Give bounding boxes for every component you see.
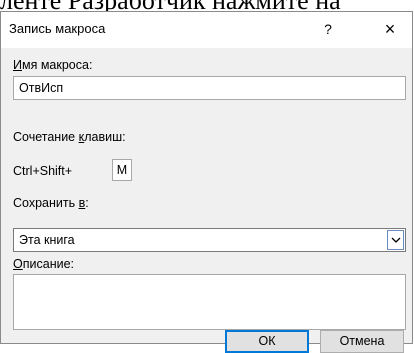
description-textarea[interactable] xyxy=(13,274,406,330)
macro-name-label: Имя макроса: xyxy=(13,58,93,72)
store-in-selected-value: Эта книга xyxy=(19,233,75,247)
cancel-button[interactable]: Отмена xyxy=(320,330,404,353)
dialog-title: Запись макроса xyxy=(9,21,106,36)
shortcut-key-input[interactable]: М xyxy=(112,159,132,181)
shortcut-label: Сочетание клавиш: xyxy=(13,130,126,144)
help-button[interactable]: ? xyxy=(313,17,343,41)
close-button[interactable]: × xyxy=(375,16,405,42)
record-macro-dialog: Запись макроса ? × Имя макроса: Сочетани… xyxy=(0,11,413,344)
dialog-titlebar: Запись макроса ? × xyxy=(1,12,412,48)
shortcut-prefix: Ctrl+Shift+ xyxy=(13,164,73,178)
dropdown-arrow-icon[interactable] xyxy=(387,230,404,250)
ok-button[interactable]: ОК xyxy=(225,330,309,353)
store-in-select[interactable]: Эта книга xyxy=(13,228,406,252)
store-in-label: Сохранить в: xyxy=(13,196,89,210)
macro-name-input[interactable] xyxy=(13,76,406,100)
description-label: Описание: xyxy=(13,257,74,271)
